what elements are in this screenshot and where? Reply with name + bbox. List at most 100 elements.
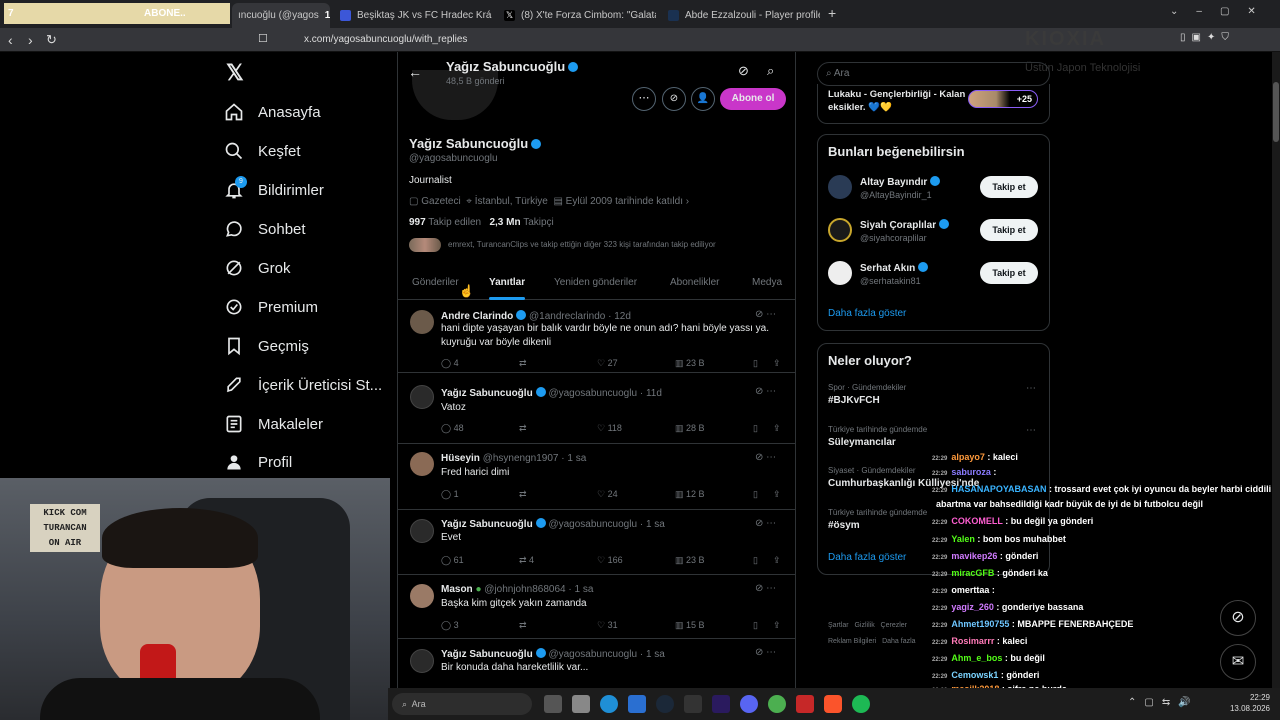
- footer-link[interactable]: Şartlar: [828, 622, 849, 629]
- share-icon[interactable]: ⇪: [773, 555, 781, 566]
- extension-icons[interactable]: ▯▣✦⛉: [1180, 32, 1235, 43]
- bookmark-tweet-icon[interactable]: ▯: [753, 423, 758, 434]
- tweet[interactable]: Andre Clarindo @1andreclarindo · 12d ⊘ ⋯…: [398, 301, 795, 373]
- tab-subscriptions[interactable]: Abonelikler: [670, 277, 719, 288]
- nav-articles[interactable]: Makaleler: [224, 414, 323, 434]
- tweet-author[interactable]: Yağız Sabuncuoğlu @yagosabuncuoglu · 1 s…: [441, 518, 665, 530]
- tab-replies[interactable]: Yanıtlar: [489, 277, 525, 288]
- chat-user[interactable]: saburoza: [951, 467, 991, 477]
- retweet-icon[interactable]: ⇄: [519, 620, 527, 631]
- back-icon[interactable]: ‹: [8, 32, 13, 48]
- footer-link[interactable]: Reklam Bilgileri: [828, 638, 876, 645]
- page-scrollbar[interactable]: [1272, 52, 1280, 688]
- grok-tweet-icon[interactable]: ⊘ ⋯: [755, 583, 776, 594]
- edge-icon[interactable]: [600, 695, 618, 713]
- right-search[interactable]: ⌕ Ara: [817, 62, 1050, 86]
- nav-profile[interactable]: Profil: [224, 452, 292, 472]
- retweet-icon[interactable]: ⇄: [519, 489, 527, 500]
- retweet-icon[interactable]: ⇄ 4: [519, 555, 534, 566]
- grok-tweet-icon[interactable]: ⊘ ⋯: [755, 647, 776, 658]
- views-icon[interactable]: ▥ 28 B: [675, 423, 705, 434]
- tab-posts[interactable]: Gönderiler: [412, 277, 459, 288]
- tweet-author[interactable]: Mason ● @johnjohn868064 · 1 sa: [441, 584, 593, 595]
- chat-user[interactable]: mavikep26: [951, 551, 997, 561]
- chat-user[interactable]: Ahmet190755: [951, 619, 1009, 629]
- chat-user[interactable]: alpayo7: [951, 452, 985, 462]
- tweet[interactable]: Yağız Sabuncuoğlu @yagosabuncuoglu · 11d…: [398, 373, 795, 444]
- footer-link[interactable]: Daha fazla: [882, 638, 915, 645]
- new-tab-button[interactable]: +: [828, 5, 836, 21]
- share-icon[interactable]: ⇪: [773, 358, 781, 369]
- footer-link[interactable]: Gizlilik: [854, 622, 874, 629]
- trend-item[interactable]: Spor · Gündemdekiler #BJKvFCH ⋯: [828, 383, 1038, 406]
- search-header-icon[interactable]: ⌕: [767, 63, 774, 79]
- steam-icon[interactable]: [656, 695, 674, 713]
- bookmark-tweet-icon[interactable]: ▯: [753, 555, 758, 566]
- tweet[interactable]: Yağız Sabuncuoğlu @yagosabuncuoglu · 1 s…: [398, 510, 795, 575]
- show-more-link[interactable]: Daha fazla göster: [828, 308, 906, 319]
- tab-transfermarkt[interactable]: Abde Ezzalzouli - Player profile 26/27: [662, 4, 820, 26]
- tab-x-profile[interactable]: ıncuoğlu (@yagos 10: [232, 3, 330, 28]
- x-logo[interactable]: 𝕏: [226, 60, 244, 86]
- bookmark-tweet-icon[interactable]: ▯: [753, 489, 758, 500]
- tweet-author[interactable]: Andre Clarindo @1andreclarindo · 12d: [441, 310, 631, 322]
- task-view-icon[interactable]: [544, 695, 562, 713]
- scrollbar-thumb[interactable]: [1273, 82, 1279, 142]
- system-tray-icons[interactable]: ⌃▢⇆🔊: [1128, 697, 1199, 708]
- chat-user[interactable]: Ahm_e_bos: [951, 653, 1002, 663]
- views-icon[interactable]: ▥ 15 B: [675, 620, 705, 631]
- window-controls[interactable]: ⌄–▢✕: [1170, 6, 1274, 17]
- tweet[interactable]: Hüseyin @hsynengn1907 · 1 sa ⊘ ⋯ Fred ha…: [398, 444, 795, 510]
- chat-user[interactable]: Cemowsk1: [951, 670, 998, 680]
- nav-bookmarks[interactable]: Geçmiş: [224, 336, 309, 356]
- messages-floating-button[interactable]: ✉: [1220, 644, 1256, 680]
- grok-tweet-icon[interactable]: ⊘ ⋯: [755, 518, 776, 529]
- reply-icon[interactable]: ◯ 61: [441, 555, 464, 566]
- spotify-icon[interactable]: [852, 695, 870, 713]
- store-icon[interactable]: [628, 695, 646, 713]
- retweet-icon[interactable]: ⇄: [519, 423, 527, 434]
- grok-floating-button[interactable]: ⊘: [1220, 600, 1256, 636]
- taskbar-search[interactable]: ⌕ Ara: [392, 693, 532, 715]
- chat-user[interactable]: COKOMELL: [951, 516, 1002, 526]
- chat-user[interactable]: yagiz_260: [951, 602, 994, 612]
- url-field[interactable]: x.com/yagosabuncuoglu/with_replies: [276, 31, 956, 49]
- nav-chat[interactable]: Sohbet: [224, 219, 306, 239]
- nav-explore[interactable]: Keşfet: [224, 141, 301, 161]
- trend-item[interactable]: Türkiye tarihinde gündemde Süleymancılar ⋯: [828, 425, 1038, 448]
- top-card[interactable]: Lukaku - Gençlerbirliği - Kalan eksikler…: [817, 84, 1050, 124]
- grok-analyze-button[interactable]: ⊘: [662, 87, 686, 111]
- nav-premium[interactable]: Premium: [224, 297, 318, 317]
- tab-media[interactable]: Medya: [752, 277, 782, 288]
- forward-icon[interactable]: ›: [28, 32, 33, 48]
- back-arrow-icon[interactable]: ←: [408, 64, 422, 80]
- reply-icon[interactable]: ◯ 48: [441, 423, 464, 434]
- bookmark-page-icon[interactable]: ☐: [258, 32, 268, 45]
- tab-besiktas-live[interactable]: Beşiktaş JK vs FC Hradec Králové live: [334, 4, 492, 26]
- views-icon[interactable]: ▥ 12 B: [675, 489, 705, 500]
- tab-reposts[interactable]: Yeniden gönderiler: [554, 277, 637, 288]
- nav-notifications[interactable]: Bildirimler 9: [224, 176, 324, 200]
- chat-user[interactable]: omerttaa: [951, 585, 989, 595]
- tweet-author[interactable]: Hüseyin @hsynengn1907 · 1 sa: [441, 453, 586, 464]
- followers-count[interactable]: 2,3 Mn Takipçi: [489, 217, 553, 228]
- reply-icon[interactable]: ◯ 4: [441, 358, 459, 369]
- chrome-icon[interactable]: [768, 695, 786, 713]
- nav-home[interactable]: Anasayfa: [224, 102, 321, 122]
- like-icon[interactable]: ♡ 118: [597, 423, 622, 434]
- like-icon[interactable]: ♡ 31: [597, 620, 618, 631]
- chat-user[interactable]: Yalen: [951, 534, 975, 544]
- followed-by-text[interactable]: emrext, TurancanClips ve takip ettiğin d…: [448, 240, 716, 249]
- grok-tweet-icon[interactable]: ⊘ ⋯: [755, 452, 776, 463]
- grok-header-icon[interactable]: ⊘: [738, 63, 749, 79]
- like-icon[interactable]: ♡ 27: [597, 358, 618, 369]
- share-icon[interactable]: ⇪: [773, 620, 781, 631]
- capcut-icon[interactable]: [684, 695, 702, 713]
- like-icon[interactable]: ♡ 24: [597, 489, 618, 500]
- trends-more-link[interactable]: Daha fazla göster: [828, 552, 906, 563]
- tweet-author[interactable]: Yağız Sabuncuoğlu @yagosabuncuoglu · 1 s…: [441, 648, 665, 660]
- files-icon[interactable]: [572, 695, 590, 713]
- views-icon[interactable]: ▥ 23 B: [675, 358, 705, 369]
- suggestion-item[interactable]: Altay Bayındır @AltayBayindir_1 Takip et: [828, 172, 1038, 208]
- brave-icon[interactable]: [824, 695, 842, 713]
